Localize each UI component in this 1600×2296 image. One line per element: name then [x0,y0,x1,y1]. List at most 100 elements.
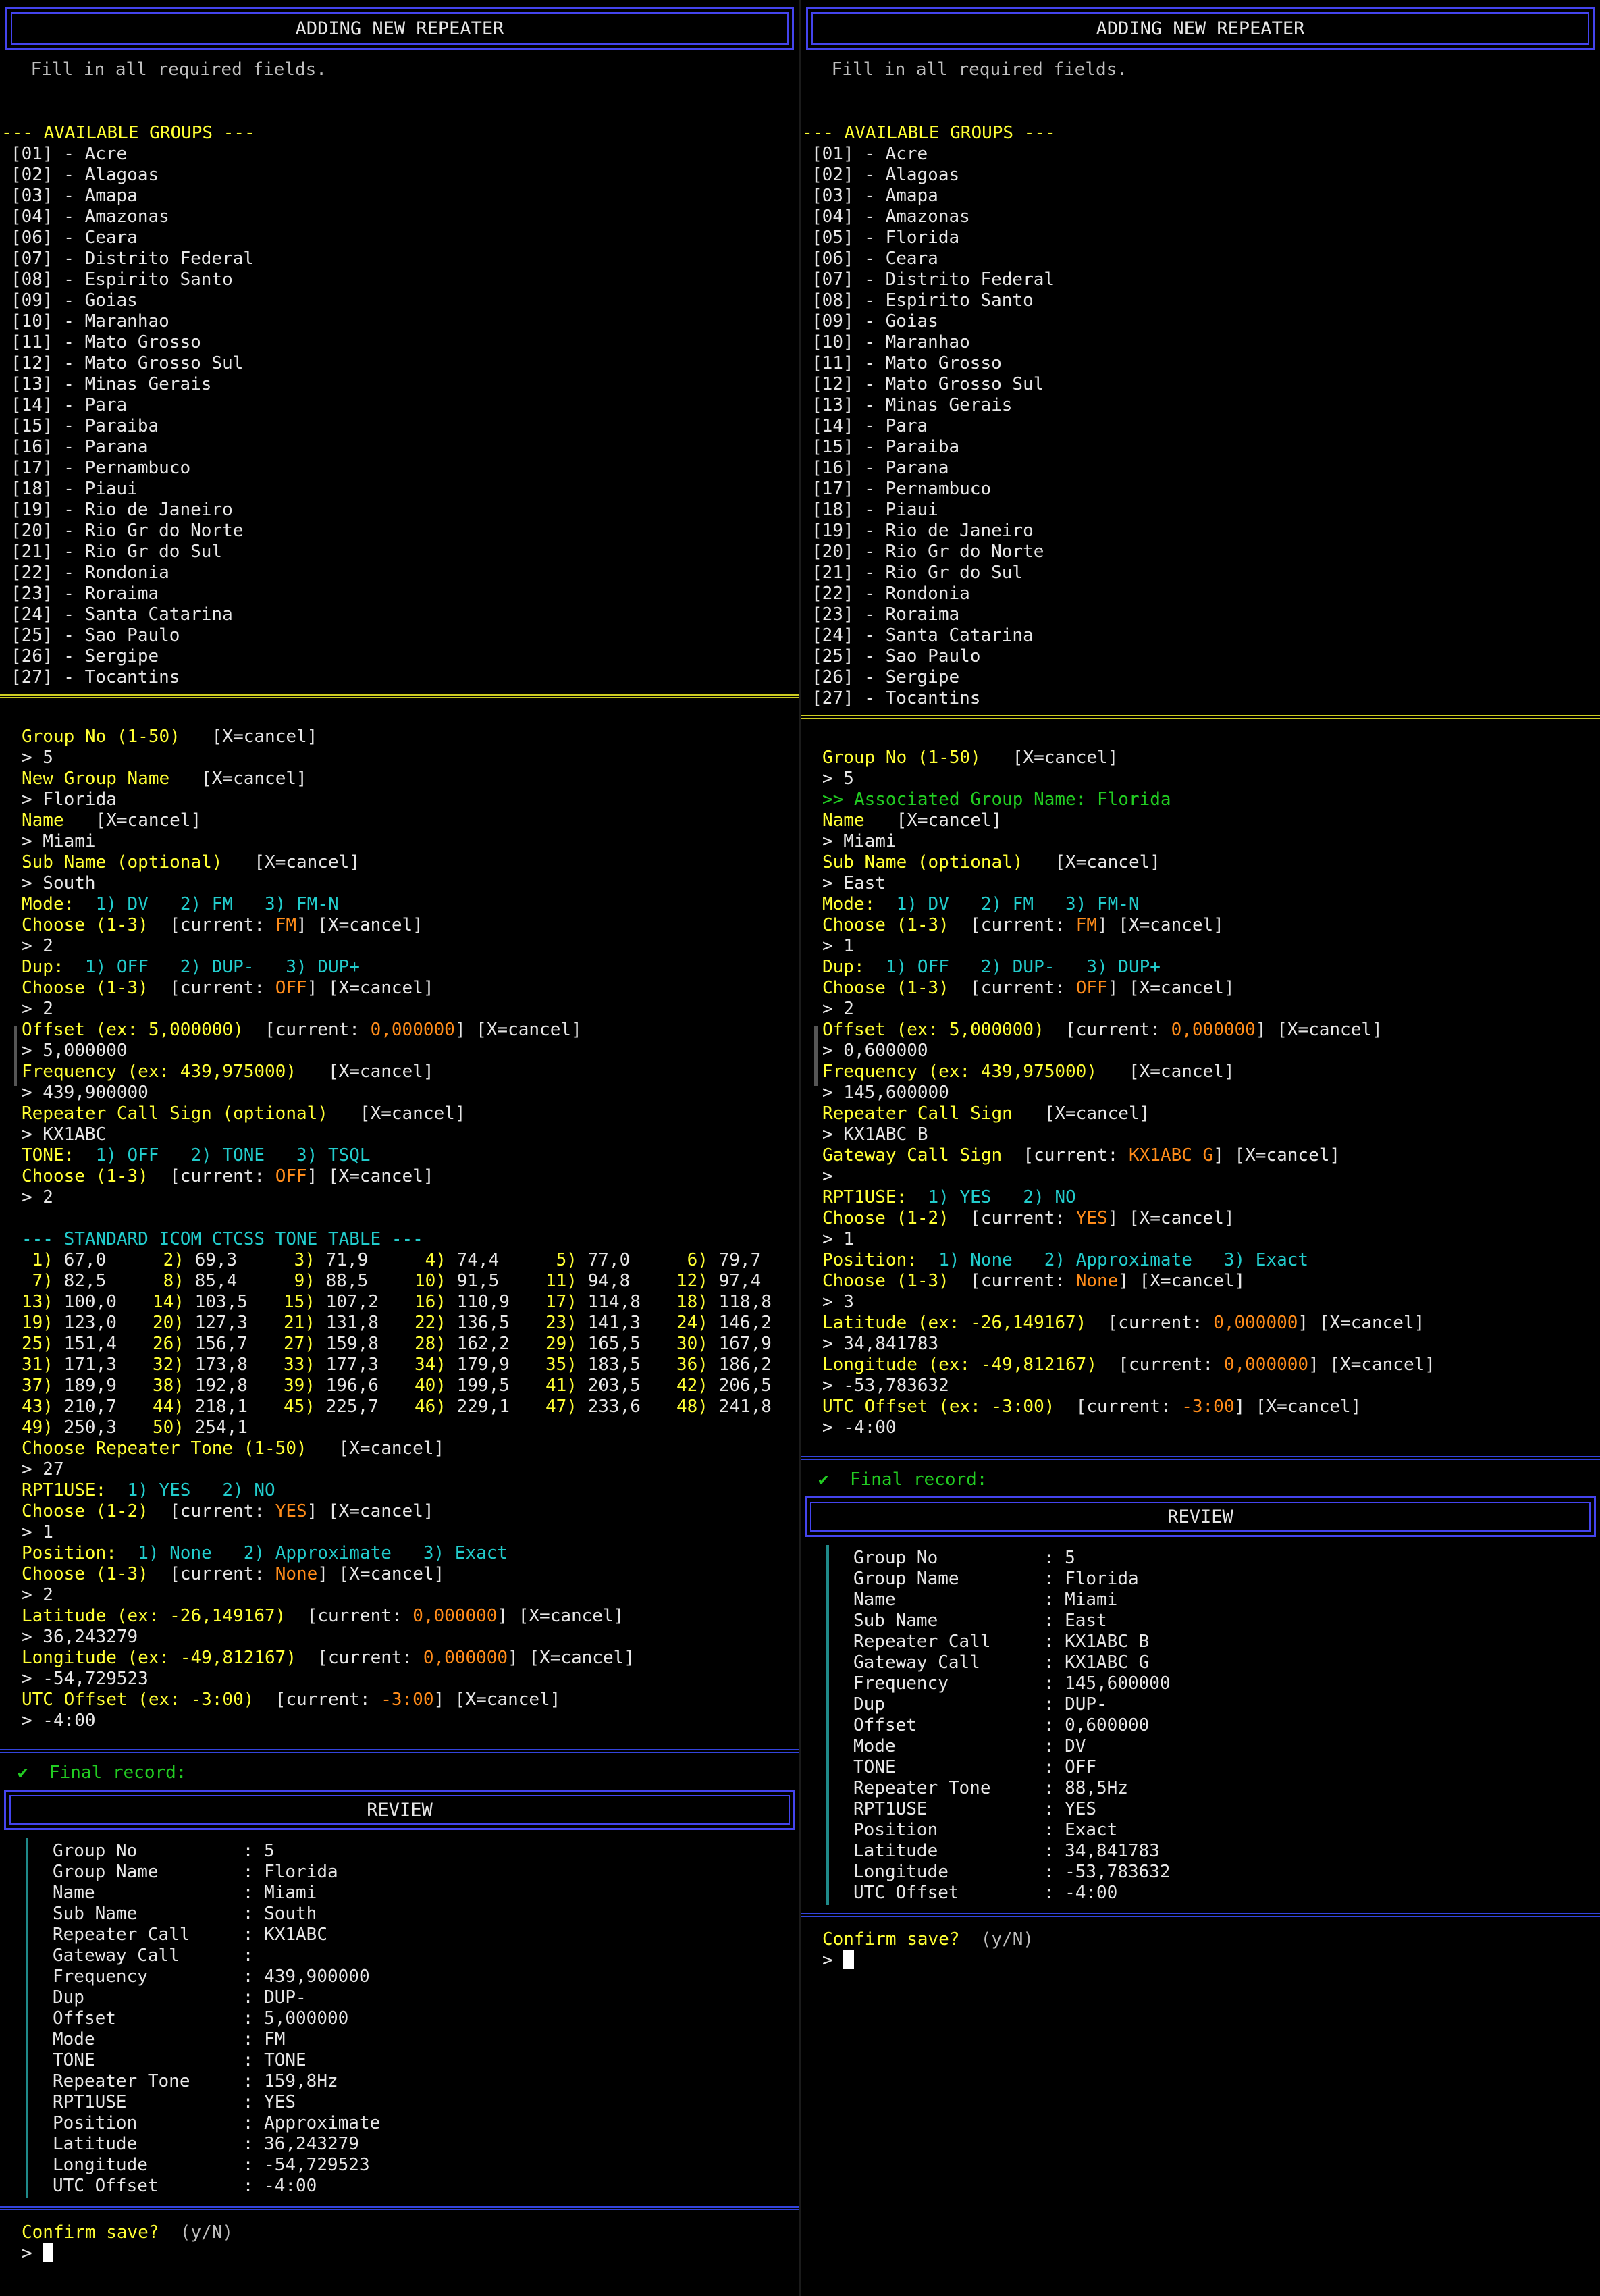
group-list-item[interactable]: [10] - Maranhao [811,332,970,353]
group-list-item[interactable]: [03] - Amapa [811,186,938,207]
group-list-item[interactable]: [02] - Alagoas [11,165,159,186]
prompt-line-seg: 1) OFF 2) DUP- 3) DUP+ [63,957,360,977]
prompt-line-seg: Offset (ex: 5,000000) [822,1020,1044,1040]
group-list-item[interactable]: [11] - Mato Grosso [811,353,1002,374]
prompt-line-seg: -3:00 [381,1690,434,1710]
group-list-item[interactable]: [19] - Rio de Janeiro [11,500,233,521]
group-list-item[interactable]: [18] - Piaui [811,500,938,521]
group-list-item[interactable]: [27] - Tocantins [11,667,180,688]
prompt-line-seg: Choose (1-2) [822,1208,949,1228]
prompt-line: > KX1ABC B [822,1124,928,1145]
tone-table-cell: 39) 196,6 [284,1376,379,1397]
group-list-item[interactable]: [15] - Paraiba [11,416,159,437]
review-field-label: Offset [53,2008,243,2029]
group-list-item[interactable]: [26] - Sergipe [11,646,159,667]
group-list-item[interactable]: [06] - Ceara [811,249,938,269]
tone-table-cell: 50) 254,1 [153,1417,248,1438]
group-list-item[interactable]: [07] - Distrito Federal [811,269,1055,290]
tone-value: 167,9 [708,1334,772,1354]
group-list-item[interactable]: [10] - Maranhao [11,311,169,332]
review-field-value: : KX1ABC [242,1925,327,1945]
prompt-line: Position: 1) None 2) Approximate 3) Exac… [822,1250,1308,1271]
group-list-item[interactable]: [24] - Santa Catarina [811,625,1034,646]
tone-value: 91,5 [446,1271,500,1291]
prompt-line-seg: YES [1075,1208,1108,1228]
tone-value: 127,3 [184,1313,248,1333]
group-list-item[interactable]: [20] - Rio Gr do Norte [811,542,1044,563]
group-list-item[interactable]: [24] - Santa Catarina [11,604,233,625]
input-line[interactable]: > [22,2243,54,2264]
prompt-line-seg: [X=cancel] [1023,852,1161,872]
tone-table-cell: 48) 241,8 [676,1397,772,1417]
prompt-line-seg: > -54,729523 [22,1669,149,1689]
prompt-line: > 5 [22,748,53,768]
section-separator [0,2206,799,2210]
prompt-line-seg: Frequency (ex: 439,975000) [822,1062,1097,1082]
review-field-value: : 439,900000 [242,1966,370,1987]
group-list-item[interactable]: [08] - Espirito Santo [811,290,1034,311]
scroll-marker [14,1026,17,1086]
group-list-item[interactable]: [17] - Pernambuco [11,458,190,479]
text-cursor[interactable] [843,1950,855,1969]
prompt-line-seg: 0,000000 [423,1648,508,1668]
group-list-item[interactable]: [21] - Rio Gr do Sul [811,563,1023,583]
group-list-item[interactable]: [26] - Sergipe [811,667,959,688]
prompt-line-seg: KX1ABC G [1128,1145,1214,1166]
terminal-pane-right[interactable]: ADDING NEW REPEATER Fill in all required… [801,0,1600,2296]
group-list-item[interactable]: [22] - Rondonia [811,583,970,604]
prompt-line-seg: > 36,243279 [22,1627,138,1647]
group-list-item[interactable]: [03] - Amapa [11,186,138,207]
group-list-item[interactable]: [23] - Roraima [11,583,159,604]
tone-table-cell: 44) 218,1 [153,1397,248,1417]
group-list-item[interactable]: [06] - Ceara [11,228,138,249]
group-list-item[interactable]: [09] - Goias [811,311,938,332]
prompt-line-seg: New Group Name [22,768,170,789]
prompt-line-seg: TONE: [22,1145,75,1166]
group-list-item[interactable]: [12] - Mato Grosso Sul [811,374,1044,395]
review-row: Longitude : -54,729523 [53,2155,370,2176]
tone-table-cell: 37) 189,9 [22,1376,117,1397]
group-list-item[interactable]: [17] - Pernambuco [811,479,991,500]
group-list-item[interactable]: [01] - Acre [811,144,928,165]
group-list-item[interactable]: [13] - Minas Gerais [811,395,1012,416]
group-list-item[interactable]: [02] - Alagoas [811,165,959,186]
group-list-item[interactable]: [08] - Espirito Santo [11,269,233,290]
group-list-item[interactable]: [21] - Rio Gr do Sul [11,542,222,563]
tone-value: 241,8 [708,1397,772,1417]
group-list-item[interactable]: [07] - Distrito Federal [11,249,254,269]
group-list-item[interactable]: [13] - Minas Gerais [11,374,211,395]
group-list-item[interactable]: [15] - Paraiba [811,437,959,458]
text-cursor[interactable] [43,2243,54,2262]
group-list-item[interactable]: [19] - Rio de Janeiro [811,521,1034,542]
tone-number: 27) [284,1334,315,1354]
group-list-item[interactable]: [20] - Rio Gr do Norte [11,521,243,542]
group-list-item[interactable]: [16] - Parana [811,458,949,479]
group-list-item[interactable]: [04] - Amazonas [811,207,970,228]
group-list-item[interactable]: [04] - Amazonas [11,207,169,228]
group-list-item[interactable]: [09] - Goias [11,290,138,311]
group-list-item[interactable]: [14] - Para [811,416,928,437]
input-line[interactable]: > [822,1950,855,1971]
group-list-item[interactable]: [16] - Parana [11,437,149,458]
prompt-line: Mode: 1) DV 2) FM 3) FM-N [822,894,1140,915]
group-list-item[interactable]: [25] - Sao Paulo [811,646,980,667]
prompt-line-seg: > -4:00 [822,1417,897,1438]
prompt-line-seg: > 3 [822,1292,854,1312]
group-list-item[interactable]: [11] - Mato Grosso [11,332,201,353]
group-list-item[interactable]: [25] - Sao Paulo [11,625,180,646]
tone-table-cell: 6) 79,7 [676,1250,762,1271]
group-list-item[interactable]: [05] - Florida [811,228,959,249]
review-field-label: Repeater Tone [853,1778,1044,1798]
group-list-item[interactable]: [12] - Mato Grosso Sul [11,353,243,374]
group-list-item[interactable]: [22] - Rondonia [11,563,169,583]
tone-number: 7) [22,1271,53,1291]
group-list-item[interactable]: [01] - Acre [11,144,127,165]
group-list-item[interactable]: [18] - Piaui [11,479,138,500]
header-hint: Fill in all required fields. [20,59,327,80]
prompt-line: Name [X=cancel] [822,810,1002,831]
group-list-item[interactable]: [27] - Tocantins [811,688,980,709]
terminal-pane-left[interactable]: ADDING NEW REPEATER Fill in all required… [0,0,799,2296]
group-list-item[interactable]: [14] - Para [11,395,127,416]
review-field-label: UTC Offset [853,1883,1044,1903]
group-list-item[interactable]: [23] - Roraima [811,604,959,625]
